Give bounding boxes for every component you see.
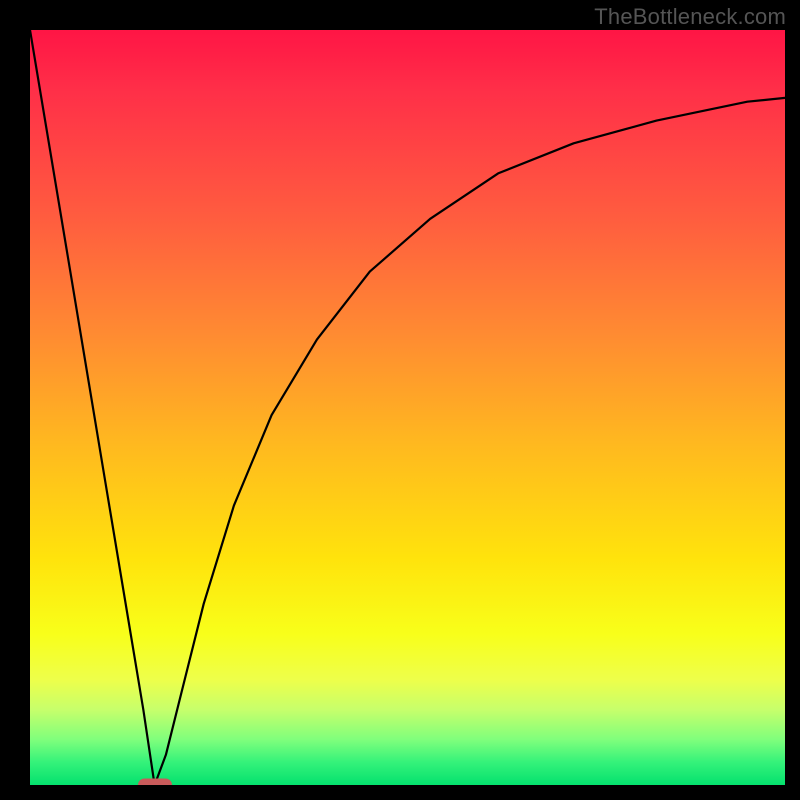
plot-area [30, 30, 785, 785]
curve-path [30, 30, 785, 785]
bottleneck-curve [30, 30, 785, 785]
chart-frame: TheBottleneck.com [0, 0, 800, 800]
attribution-text: TheBottleneck.com [594, 4, 786, 30]
optimal-marker [138, 779, 172, 786]
